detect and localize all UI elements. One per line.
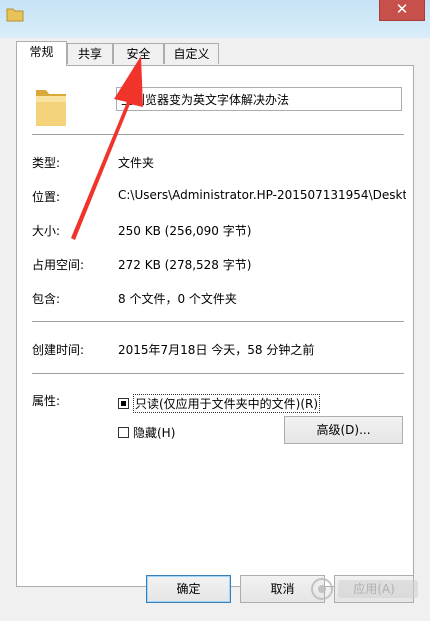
checkbox-box[interactable]	[118, 398, 129, 409]
size-on-disk-value: 272 KB (278,528 字节)	[118, 258, 252, 272]
size-label: 大小:	[32, 224, 61, 238]
type-label: 类型:	[32, 156, 61, 170]
readonly-checkbox-label: 只读(仅应用于文件夹中的文件)(R)	[133, 394, 321, 413]
ok-button[interactable]: 确定	[146, 575, 231, 603]
tab-panel-general: 类型: 文件夹 位置: C:\Users\Administrator.HP-20…	[16, 65, 414, 587]
tab-security[interactable]: 安全	[113, 43, 164, 64]
separator	[32, 321, 404, 322]
title-bar: ✕	[0, 0, 430, 38]
folder-icon	[36, 90, 66, 126]
advanced-button[interactable]: 高级(D)...	[284, 416, 403, 444]
location-label: 位置:	[32, 190, 61, 204]
folder-icon	[6, 8, 24, 22]
size-value: 250 KB (256,090 字节)	[118, 224, 252, 238]
hidden-checkbox[interactable]: 隐藏(H)	[118, 424, 175, 441]
close-button[interactable]: ✕	[379, 0, 425, 21]
hidden-checkbox-label: 隐藏(H)	[133, 426, 176, 440]
created-label: 创建时间:	[32, 343, 85, 357]
separator	[32, 373, 404, 374]
size-on-disk-label: 占用空间:	[32, 258, 85, 272]
properties-dialog: 常规 共享 安全 自定义 类型: 文件夹 位置: C:\Users\Admini…	[0, 38, 430, 621]
tab-sharing[interactable]: 共享	[67, 43, 113, 64]
readonly-checkbox[interactable]: 只读(仅应用于文件夹中的文件)(R)	[118, 394, 321, 413]
baidu-jingyan-logo	[311, 578, 418, 600]
tab-customize[interactable]: 自定义	[164, 43, 219, 64]
contains-value: 8 个文件，0 个文件夹	[118, 292, 237, 306]
location-value: C:\Users\Administrator.HP-201507131954\D…	[118, 188, 406, 202]
separator	[32, 134, 404, 135]
contains-label: 包含:	[32, 292, 61, 306]
attributes-label: 属性:	[32, 394, 61, 408]
type-value: 文件夹	[118, 156, 155, 170]
created-value: 2015年7月18日 今天，58 分钟之前	[118, 343, 315, 357]
checkbox-box[interactable]	[118, 427, 129, 438]
tab-general[interactable]: 常规	[16, 41, 67, 66]
folder-name-input[interactable]	[116, 87, 402, 111]
